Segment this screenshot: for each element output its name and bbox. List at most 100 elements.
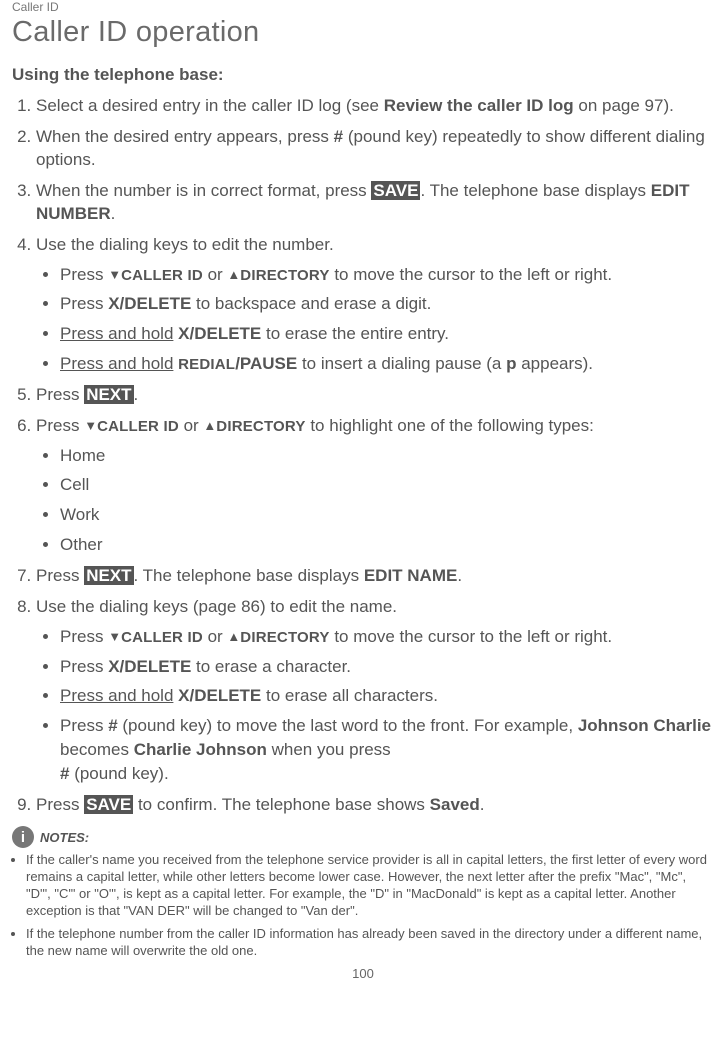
text: or	[203, 265, 228, 284]
text: to erase the entire entry.	[261, 324, 449, 343]
page-title: Caller ID operation	[12, 16, 714, 49]
press-and-hold: Press and hold	[60, 686, 173, 705]
key-xdelete: X/DELETE	[178, 686, 261, 705]
step-6: Press ▼CALLER ID or ▲DIRECTORY to highli…	[36, 415, 714, 557]
text: .	[480, 795, 485, 814]
text: when you press	[267, 740, 391, 759]
substep: Press # (pound key) to move the last wor…	[60, 714, 714, 785]
text: .	[111, 204, 116, 223]
step-4-substeps: Press ▼CALLER ID or ▲DIRECTORY to move t…	[36, 263, 714, 376]
softkey-save: SAVE	[371, 181, 420, 200]
text: Use the dialing keys to edit the number.	[36, 235, 334, 254]
display-message: EDIT NAME	[364, 566, 458, 585]
softkey-next: NEXT	[84, 385, 133, 404]
down-arrow-icon: ▼	[84, 418, 97, 433]
page: Caller ID Caller ID operation Using the …	[0, 0, 726, 989]
text: When the desired entry appears, press	[36, 127, 334, 146]
text: Press	[60, 716, 108, 735]
step-2: When the desired entry appears, press # …	[36, 126, 714, 172]
text: to move the cursor to the left or right.	[330, 265, 613, 284]
text: Press	[36, 566, 84, 585]
text: or	[203, 627, 228, 646]
softkey-save: SAVE	[84, 795, 133, 814]
step-3: When the number is in correct format, pr…	[36, 180, 714, 226]
key-redial: REDIAL	[178, 356, 235, 373]
text: (pound key).	[69, 764, 168, 783]
text: on page 97).	[574, 96, 674, 115]
text: .	[457, 566, 462, 585]
pound-key: #	[334, 127, 343, 146]
example-after: Charlie Johnson	[134, 740, 267, 759]
pause-char: p	[506, 354, 516, 373]
notes-list: If the caller's name you received from t…	[12, 852, 714, 959]
display-message: Saved	[430, 795, 480, 814]
substep: Press and hold X/DELETE to erase the ent…	[60, 322, 714, 346]
text: (pound key) to move the last word to the…	[118, 716, 578, 735]
text: .	[134, 385, 139, 404]
notes-label: NOTES:	[40, 830, 89, 845]
step-8: Use the dialing keys (page 86) to edit t…	[36, 596, 714, 786]
down-arrow-icon: ▼	[108, 267, 121, 282]
key-xdelete: X/DELETE	[178, 324, 261, 343]
option-cell: Cell	[60, 473, 714, 497]
info-icon: i	[12, 826, 34, 848]
text: Press	[60, 265, 108, 284]
text: to erase all characters.	[261, 686, 438, 705]
up-arrow-icon: ▲	[227, 629, 240, 644]
text: to move the cursor to the left or right.	[330, 627, 613, 646]
key-directory: DIRECTORY	[216, 418, 305, 435]
text: Press	[36, 795, 84, 814]
down-arrow-icon: ▼	[108, 629, 121, 644]
text: . The telephone base displays	[134, 566, 364, 585]
substep: Press ▼CALLER ID or ▲DIRECTORY to move t…	[60, 263, 714, 287]
up-arrow-icon: ▲	[227, 267, 240, 282]
press-and-hold: Press and hold	[60, 324, 173, 343]
steps-list: Select a desired entry in the caller ID …	[12, 95, 714, 816]
text: becomes	[60, 740, 134, 759]
step-1: Select a desired entry in the caller ID …	[36, 95, 714, 118]
up-arrow-icon: ▲	[203, 418, 216, 433]
text: Press	[60, 627, 108, 646]
key-pause: /PAUSE	[235, 354, 297, 373]
substep: Press X/DELETE to erase a character.	[60, 655, 714, 679]
key-xdelete: X/DELETE	[108, 294, 191, 313]
substep: Press and hold REDIAL/PAUSE to insert a …	[60, 352, 714, 376]
step-4: Use the dialing keys to edit the number.…	[36, 234, 714, 376]
text: or	[179, 416, 204, 435]
text: Press	[60, 657, 108, 676]
step-5: Press NEXT.	[36, 384, 714, 407]
example-before: Johnson Charlie	[578, 716, 711, 735]
step-9: Press SAVE to confirm. The telephone bas…	[36, 794, 714, 817]
text: to erase a character.	[191, 657, 351, 676]
option-home: Home	[60, 444, 714, 468]
note-item: If the telephone number from the caller …	[26, 926, 714, 960]
step-8-substeps: Press ▼CALLER ID or ▲DIRECTORY to move t…	[36, 625, 714, 786]
key-directory: DIRECTORY	[240, 629, 329, 646]
key-directory: DIRECTORY	[240, 267, 329, 284]
substep: Press ▼CALLER ID or ▲DIRECTORY to move t…	[60, 625, 714, 649]
text: to highlight one of the following types:	[306, 416, 594, 435]
text: to confirm. The telephone base shows	[133, 795, 429, 814]
softkey-next: NEXT	[84, 566, 133, 585]
option-work: Work	[60, 503, 714, 527]
page-number: 100	[12, 966, 714, 981]
key-callerid: CALLER ID	[97, 418, 179, 435]
section-header: Caller ID	[12, 0, 714, 14]
key-callerid: CALLER ID	[121, 267, 203, 284]
text: Press	[36, 385, 84, 404]
notes-header: i NOTES:	[12, 826, 714, 848]
substep: Press and hold X/DELETE to erase all cha…	[60, 684, 714, 708]
text: Use the dialing keys (page 86) to edit t…	[36, 597, 397, 616]
note-item: If the caller's name you received from t…	[26, 852, 714, 920]
text: Press	[60, 294, 108, 313]
subtitle: Using the telephone base:	[12, 65, 714, 85]
text: When the number is in correct format, pr…	[36, 181, 371, 200]
text: Select a desired entry in the caller ID …	[36, 96, 384, 115]
step-7: Press NEXT. The telephone base displays …	[36, 565, 714, 588]
text: to backspace and erase a digit.	[191, 294, 431, 313]
text: Press	[36, 416, 84, 435]
step-6-options: Home Cell Work Other	[36, 444, 714, 557]
text: to insert a dialing pause (a	[297, 354, 506, 373]
text: appears).	[516, 354, 593, 373]
pound-key: #	[108, 716, 117, 735]
